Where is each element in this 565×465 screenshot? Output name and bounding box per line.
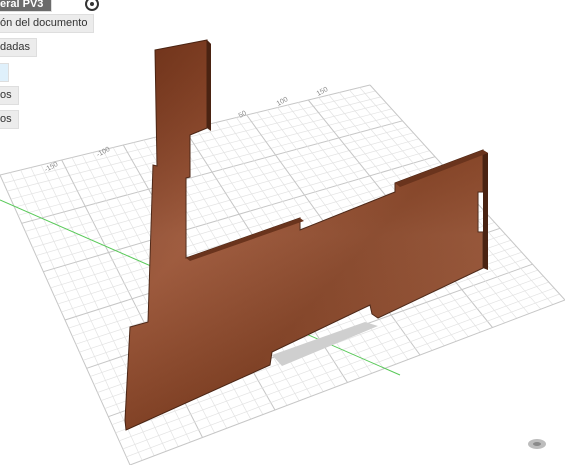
browser-title: eral PV3 — [0, 0, 44, 10]
browser-item-selected[interactable] — [0, 63, 9, 82]
orbit-indicator[interactable] — [528, 439, 546, 449]
part-edge-right — [207, 40, 211, 131]
browser-item-sketches[interactable]: os — [0, 110, 19, 129]
browser-item-bodies[interactable]: os — [0, 86, 19, 105]
3d-viewport[interactable]: -150-100-5050100150 — [0, 0, 565, 465]
browser-item-label: os — [0, 113, 12, 125]
browser-item-document-settings[interactable]: ón del documento — [0, 14, 95, 33]
grid-scale-label: 150 — [316, 86, 330, 98]
browser-header[interactable]: eral PV3 — [0, 0, 53, 12]
browser-item-label: dadas — [0, 41, 30, 53]
part-edge-side — [483, 150, 488, 270]
browser-item-label: ón del documento — [0, 17, 88, 29]
browser-item-named-views[interactable]: dadas — [0, 38, 37, 57]
wood-grain-overlay — [125, 40, 483, 430]
grid-scale-label: 50 — [238, 110, 248, 120]
grid-scale-label: -150 — [44, 161, 60, 174]
browser-item-label: os — [0, 89, 12, 101]
